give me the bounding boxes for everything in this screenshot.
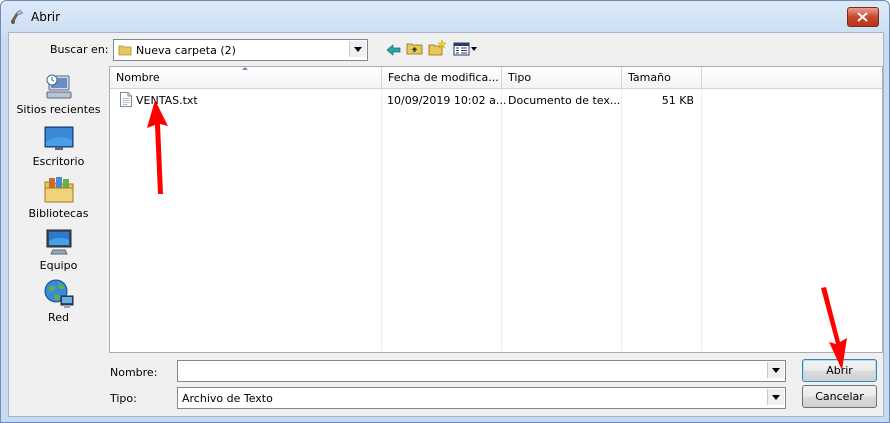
place-recent[interactable]: Sitios recientes: [10, 70, 107, 120]
place-desktop[interactable]: Escritorio: [10, 122, 107, 172]
filetype-label: Tipo:: [110, 392, 137, 405]
chevron-down-icon[interactable]: [767, 362, 784, 378]
recent-places-icon: [46, 74, 72, 99]
filename-label: Nombre:: [110, 366, 158, 379]
place-computer[interactable]: Equipo: [10, 226, 107, 276]
file-size: 51 KB: [661, 94, 694, 107]
column-header-label: Tamaño: [628, 71, 671, 84]
chevron-down-icon[interactable]: [767, 389, 784, 405]
place-label: Red: [48, 311, 69, 324]
column-divider: [381, 89, 382, 351]
place-libraries[interactable]: Bibliotecas: [10, 174, 107, 224]
column-header-modified[interactable]: Fecha de modifica...: [382, 67, 502, 89]
place-label: Bibliotecas: [28, 207, 89, 220]
chevron-down-icon[interactable]: [349, 41, 366, 57]
folder-icon: [118, 45, 132, 56]
app-icon: [11, 9, 24, 24]
close-icon: [857, 12, 868, 22]
desktop-icon: [44, 126, 74, 150]
network-icon: [44, 279, 74, 308]
filename-combo[interactable]: [177, 360, 786, 382]
column-header-label: Tipo: [508, 71, 532, 84]
filename-input[interactable]: [180, 362, 760, 378]
dialog-body: Buscar en: Nueva carpeta (2) Sitios reci…: [8, 32, 884, 417]
column-header-size[interactable]: Tamaño: [622, 67, 702, 89]
place-label: Escritorio: [32, 155, 85, 168]
look-in-combo[interactable]: Nueva carpeta (2): [113, 39, 368, 61]
view-menu-icon[interactable]: [453, 41, 479, 57]
back-icon[interactable]: [385, 42, 403, 58]
up-folder-icon[interactable]: [406, 40, 424, 56]
open-dialog: Abrir Buscar en: Nueva carpeta (2) Sitio…: [0, 0, 890, 423]
column-divider: [701, 89, 702, 351]
filetype-select[interactable]: Archivo de Texto: [177, 387, 786, 409]
column-divider: [621, 89, 622, 351]
sort-ascending-icon: [242, 67, 248, 70]
column-divider: [501, 89, 502, 351]
place-label: Equipo: [39, 259, 78, 272]
file-modified: 10/09/2019 10:02 a...: [387, 94, 507, 107]
places-bar: Sitios recientes Escritorio Bibliotecas …: [10, 66, 107, 351]
filetype-value: Archivo de Texto: [182, 392, 273, 405]
new-folder-icon[interactable]: [428, 40, 446, 56]
column-header-label: Fecha de modifica...: [388, 71, 499, 84]
place-label: Sitios recientes: [16, 103, 101, 116]
libraries-icon: [44, 177, 74, 203]
column-header-name[interactable]: Nombre: [110, 67, 382, 89]
column-header-empty: [702, 67, 882, 89]
column-header-label: Nombre: [116, 71, 160, 84]
title-bar[interactable]: Abrir: [1, 1, 889, 33]
computer-icon: [46, 229, 72, 255]
file-list[interactable]: Nombre Fecha de modifica... Tipo Tamaño: [109, 66, 883, 353]
window-title: Abrir: [31, 10, 61, 24]
cancel-button[interactable]: Cancelar: [802, 385, 877, 408]
text-file-icon: [120, 92, 132, 107]
place-network[interactable]: Red: [10, 278, 107, 328]
annotation-arrow-open: [821, 287, 847, 370]
file-type: Documento de tex...: [508, 94, 621, 107]
annotation-arrow-file: [147, 100, 168, 194]
look-in-value: Nueva carpeta (2): [136, 44, 236, 57]
look-in-label: Buscar en:: [50, 43, 109, 56]
close-button[interactable]: [847, 7, 879, 27]
column-header-type[interactable]: Tipo: [502, 67, 622, 89]
